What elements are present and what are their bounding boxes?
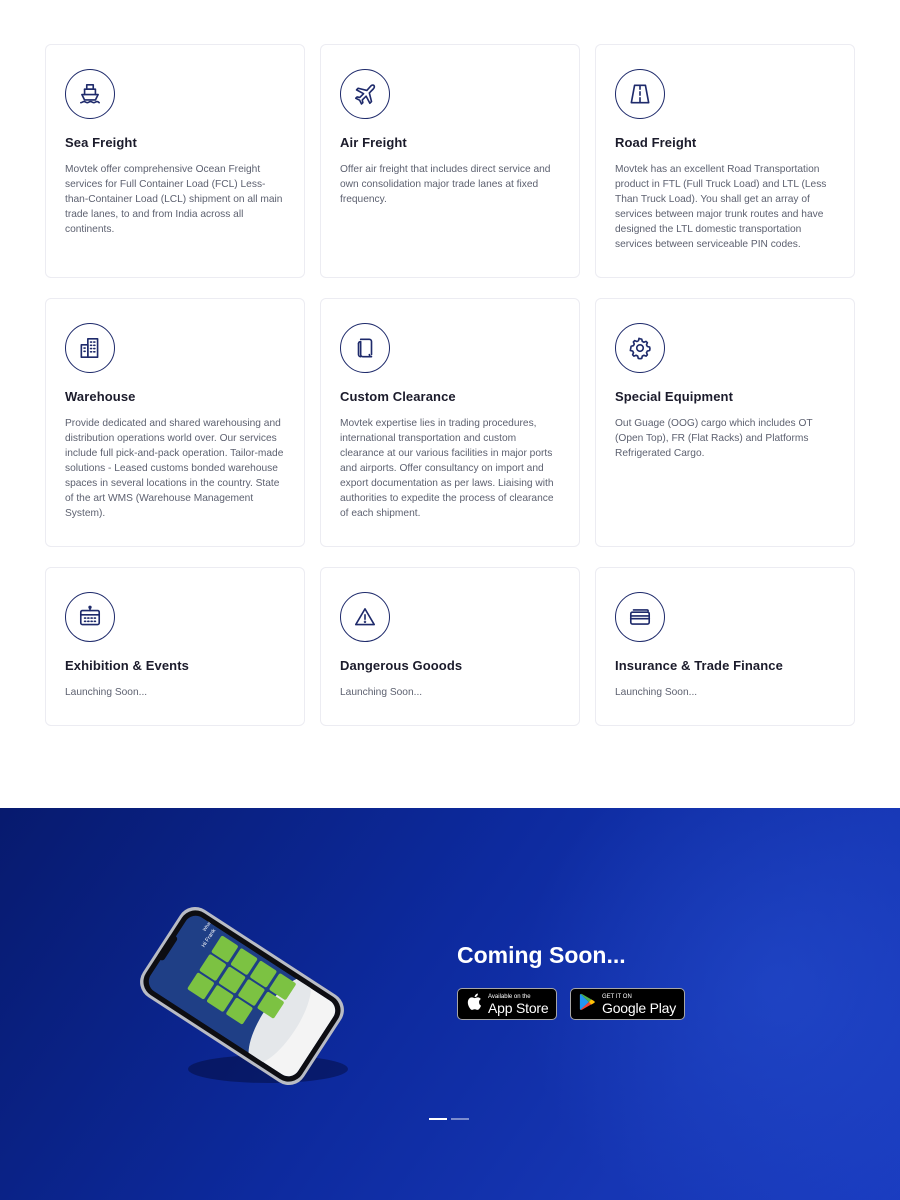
service-card-air-freight[interactable]: Air Freight Offer air freight that inclu… [320,44,580,278]
service-description: Movtek has an excellent Road Transportat… [615,164,827,250]
credit-card-icon [615,592,665,642]
service-card-road-freight[interactable]: Road Freight Movtek has an excellent Roa… [595,44,855,278]
calendar-icon [65,592,115,642]
phone-mockup: Hi Frank What do you want to do today? [118,904,378,1104]
service-description: Movtek offer comprehensive Ocean Freight… [65,164,283,235]
service-card-sea-freight[interactable]: Sea Freight Movtek offer comprehensive O… [45,44,305,278]
service-title: Sea Freight [65,135,137,150]
apple-icon [466,992,482,1016]
service-title: Dangerous Gooods [340,658,463,673]
app-promo-banner: Hi Frank What do you want to do today? C… [0,808,900,1200]
service-card-dangerous-goods[interactable]: Dangerous Gooods Launching Soon... [320,567,580,726]
service-card-warehouse[interactable]: Warehouse Provide dedicated and shared w… [45,298,305,547]
building-icon [65,323,115,373]
road-icon [615,69,665,119]
service-title: Warehouse [65,389,136,404]
app-store-small-label: Available on the [488,993,531,1000]
service-card-exhibition-events[interactable]: Exhibition & Events Launching Soon... [45,567,305,726]
service-card-insurance-trade-finance[interactable]: Insurance & Trade Finance Launching Soon… [595,567,855,726]
service-title: Special Equipment [615,389,734,404]
app-store-label: App Store [488,999,549,1016]
slider-pagination [429,1118,469,1120]
service-title: Road Freight [615,135,697,150]
google-play-icon [579,993,596,1016]
service-title: Air Freight [340,135,407,150]
google-play-button[interactable]: GET IT ON Google Play [570,988,686,1020]
airplane-icon [340,69,390,119]
service-title: Exhibition & Events [65,658,189,673]
google-play-label: Google Play [602,999,677,1016]
services-section: Sea Freight Movtek offer comprehensive O… [0,0,900,808]
service-description: Launching Soon... [65,687,148,698]
slider-dot-1[interactable] [429,1118,447,1120]
service-card-custom-clearance[interactable]: Custom Clearance Movtek expertise lies i… [320,298,580,547]
gear-icon [615,323,665,373]
service-description: Launching Soon... [615,687,698,698]
ship-icon [65,69,115,119]
service-title: Insurance & Trade Finance [615,658,783,673]
coming-soon-heading: Coming Soon... [457,942,626,968]
document-icon [340,323,390,373]
service-description: Movtek expertise lies in trading procedu… [340,418,554,519]
service-description: Out Guage (OOG) cargo which includes OT … [615,418,813,459]
service-description: Offer air freight that includes direct s… [340,164,551,205]
google-play-small-label: GET IT ON [602,993,632,1000]
service-title: Custom Clearance [340,389,456,404]
app-store-button[interactable]: Available on the App Store [457,988,558,1020]
service-description: Launching Soon... [340,687,423,698]
service-description: Provide dedicated and shared warehousing… [65,418,284,519]
warning-icon [340,592,390,642]
slider-dot-2[interactable] [451,1118,469,1120]
service-card-special-equipment[interactable]: Special Equipment Out Guage (OOG) cargo … [595,298,855,547]
